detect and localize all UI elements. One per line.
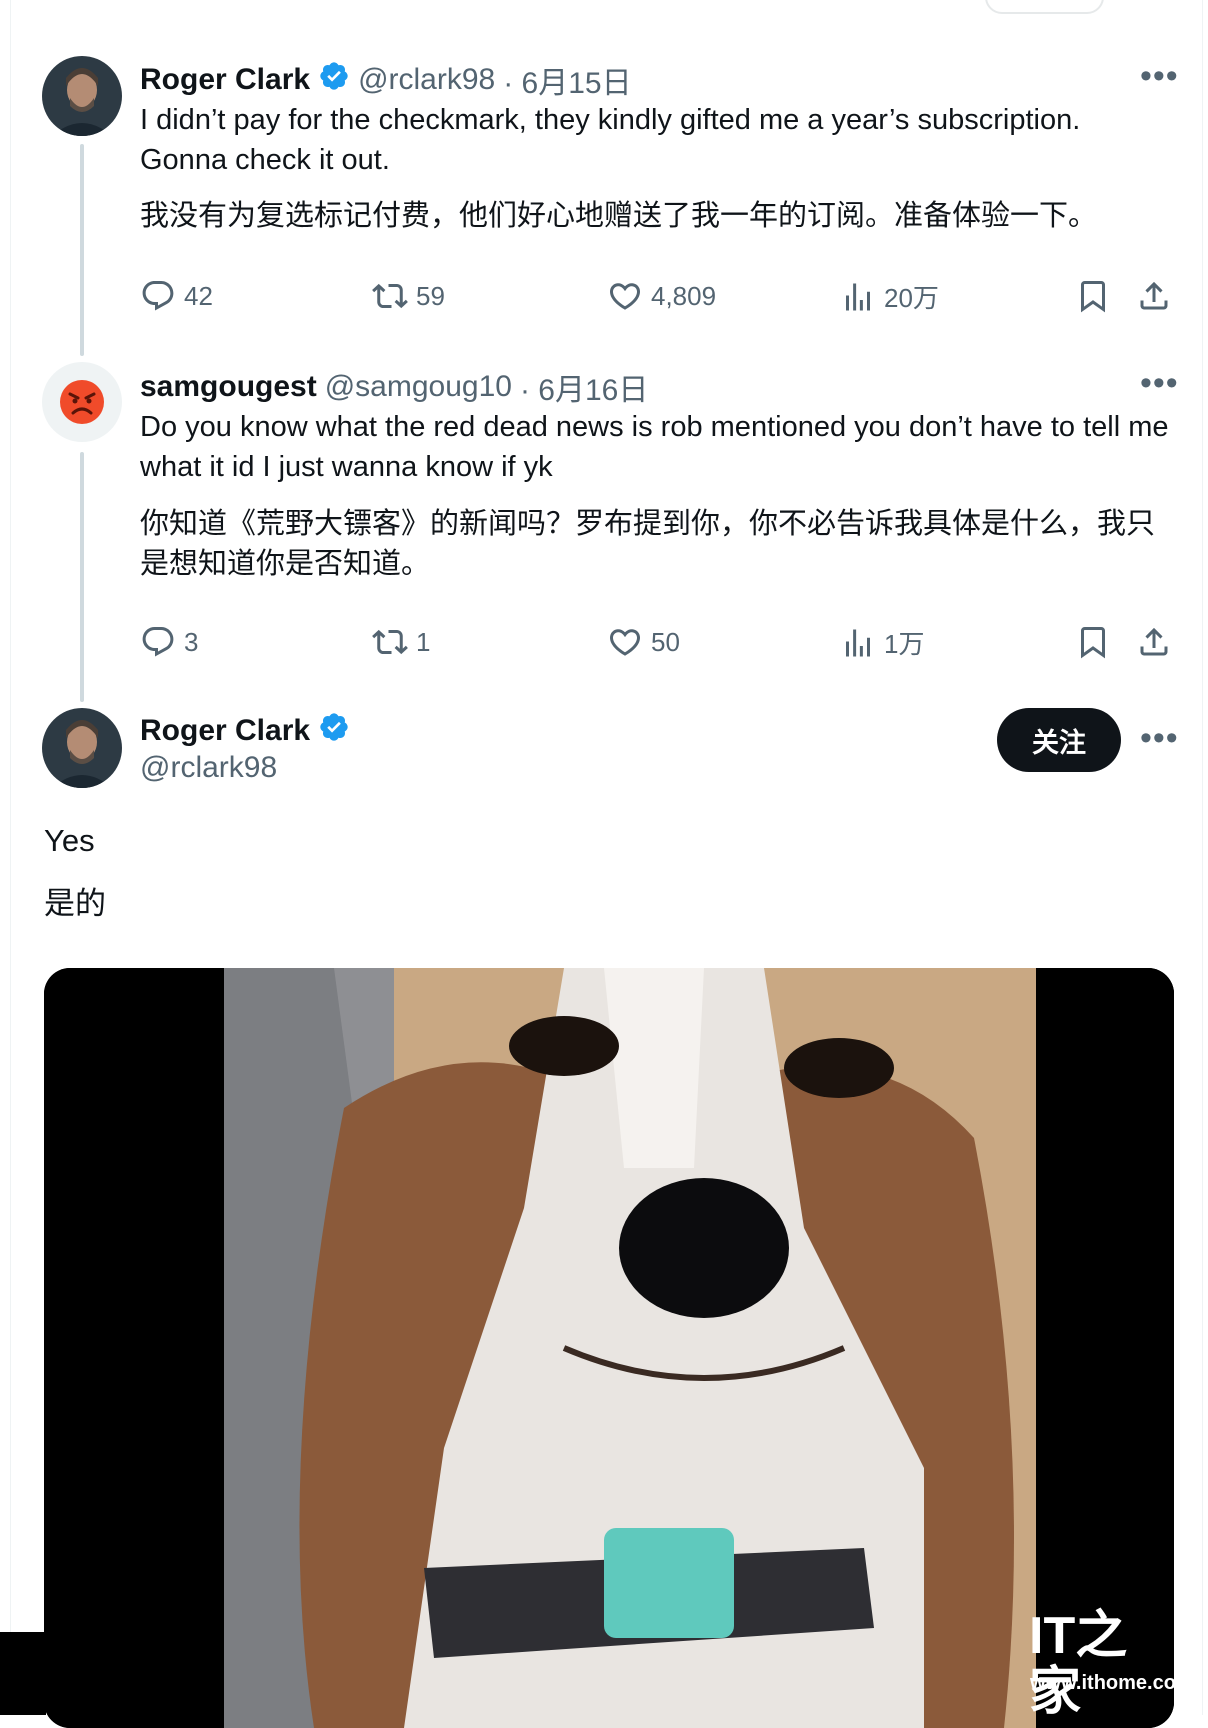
thread-line	[80, 452, 84, 702]
display-name[interactable]: samgougest	[140, 370, 317, 404]
tweet-text: Do you know what the red dead news is ro…	[140, 411, 1169, 483]
views-chart-icon	[846, 629, 870, 656]
retweet-icon	[372, 629, 408, 655]
watermark-logo: IT之家	[1029, 1608, 1174, 1720]
dog-photo	[44, 968, 1174, 1728]
like-button[interactable]: 4,809	[607, 278, 716, 314]
heart-icon	[609, 283, 641, 310]
bookmark-icon	[1081, 281, 1105, 313]
like-button[interactable]: 50	[607, 624, 680, 660]
tweet-header: Roger Clark @rclark98 · 6月15日	[140, 58, 632, 102]
reply-button[interactable]: 42	[140, 278, 213, 314]
verified-badge-icon	[318, 711, 350, 751]
retweet-count: 1	[416, 626, 431, 657]
tweet-translation: 我没有为复选标记付费，他们好心地赠送了我一年的订阅。准备体验一下。	[140, 200, 1098, 232]
frame-border-left	[10, 0, 11, 1715]
reply-count: 3	[184, 626, 199, 657]
views-count: 1万	[884, 629, 925, 659]
tweet-text: I didn’t pay for the checkmark, they kin…	[140, 104, 1081, 176]
tweet-media-dog-image[interactable]: IT之家 www.ithome.co	[44, 968, 1174, 1728]
tweet-text: Yes	[44, 823, 95, 858]
like-count: 50	[651, 626, 680, 657]
reply-icon	[142, 627, 174, 657]
share-button[interactable]	[1136, 278, 1172, 314]
bookmark-button[interactable]	[1075, 278, 1111, 314]
thread-line	[80, 144, 84, 356]
tweet-translation: 是的	[44, 886, 106, 921]
views-button[interactable]: 20万	[840, 278, 939, 315]
retweet-icon	[372, 283, 408, 309]
reply-button[interactable]: 3	[140, 624, 198, 660]
frame-border-right	[1202, 0, 1203, 1715]
tweet-header: Roger Clark	[140, 711, 350, 751]
avatar-roger-clark	[42, 56, 122, 136]
views-count: 20万	[884, 283, 939, 313]
bookmark-icon	[1081, 627, 1105, 659]
corner-overlay	[0, 1632, 46, 1715]
avatar[interactable]	[42, 708, 122, 788]
top-button-outline[interactable]	[985, 0, 1104, 14]
avatar[interactable]	[42, 362, 122, 442]
bookmark-button[interactable]	[1075, 624, 1111, 660]
display-name[interactable]: Roger Clark	[140, 63, 310, 97]
user-handle[interactable]: @rclark98	[140, 751, 277, 785]
display-name[interactable]: Roger Clark	[140, 714, 310, 748]
watermark-logo-text: IT之家	[1029, 1607, 1128, 1721]
watermark-url: www.ithome.co	[1030, 1672, 1174, 1694]
heart-icon	[609, 629, 641, 656]
user-handle[interactable]: @rclark98	[358, 63, 495, 97]
reply-icon	[142, 281, 174, 311]
angry-face-icon	[60, 380, 104, 424]
more-options-icon[interactable]: •••	[1140, 366, 1179, 400]
tweet-translation: 你知道《荒野大镖客》的新闻吗？罗布提到你，你不必告诉我具体是什么，我只是想知道你…	[140, 508, 1156, 580]
share-icon	[1140, 281, 1168, 310]
tweet-date[interactable]: · 6月15日	[503, 58, 631, 102]
retweet-button[interactable]: 1	[372, 624, 430, 660]
user-handle[interactable]: @samgoug10	[325, 370, 512, 404]
tweet-header: samgougest @samgoug10 · 6月16日	[140, 365, 648, 409]
retweet-count: 59	[416, 280, 445, 311]
retweet-button[interactable]: 59	[372, 278, 445, 314]
views-chart-icon	[846, 283, 870, 310]
avatar-roger-clark	[42, 708, 122, 788]
views-button[interactable]: 1万	[840, 624, 924, 661]
like-count: 4,809	[651, 280, 717, 311]
verified-badge-icon	[318, 60, 350, 100]
tweet-date[interactable]: · 6月16日	[520, 365, 648, 409]
follow-button[interactable]: 关注	[997, 708, 1121, 772]
avatar[interactable]	[42, 56, 122, 136]
more-options-icon[interactable]: •••	[1140, 59, 1179, 93]
share-button[interactable]	[1136, 624, 1172, 660]
more-options-icon[interactable]: •••	[1140, 721, 1179, 755]
share-icon	[1140, 627, 1168, 656]
reply-count: 42	[184, 280, 213, 311]
